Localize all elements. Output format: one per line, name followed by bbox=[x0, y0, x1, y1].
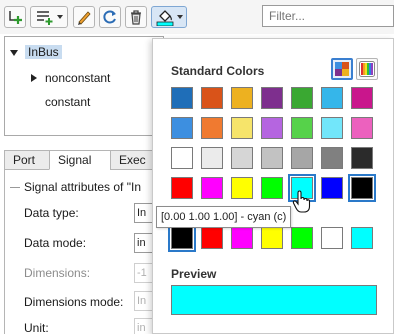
color-picker-popup: Standard Colors Preview bbox=[152, 38, 394, 334]
dimensions-mode-label: Dimensions mode: bbox=[24, 295, 124, 309]
color-swatch[interactable] bbox=[291, 87, 313, 109]
color-swatch[interactable] bbox=[321, 177, 343, 199]
color-swatch[interactable] bbox=[201, 147, 223, 169]
rename-button[interactable] bbox=[73, 6, 95, 28]
recent-color-swatch[interactable] bbox=[321, 227, 343, 249]
spectrum-icon bbox=[359, 61, 375, 77]
recent-color-swatch[interactable] bbox=[261, 227, 283, 249]
expand-down-icon[interactable] bbox=[10, 50, 18, 56]
color-swatch[interactable] bbox=[171, 87, 193, 109]
data-mode-label: Data mode: bbox=[24, 236, 87, 250]
color-swatch[interactable] bbox=[321, 87, 343, 109]
tree-item-constant[interactable]: constant bbox=[45, 93, 90, 111]
color-swatch[interactable] bbox=[261, 177, 283, 199]
tree-item-label: InBus bbox=[25, 45, 62, 59]
color-swatch[interactable] bbox=[321, 117, 343, 139]
color-swatch[interactable] bbox=[291, 147, 313, 169]
tab-signal[interactable]: Signal bbox=[49, 150, 111, 170]
palette-grid-icon bbox=[335, 62, 349, 76]
recent-color-swatch[interactable] bbox=[291, 227, 313, 249]
tab-label: Exec bbox=[119, 153, 146, 167]
refresh-button[interactable] bbox=[99, 6, 121, 28]
paint-bucket-icon bbox=[156, 10, 173, 26]
hand-cursor-icon bbox=[292, 190, 311, 213]
color-swatch[interactable] bbox=[351, 147, 373, 169]
background-color-button[interactable] bbox=[151, 6, 187, 28]
dimensions-field[interactable]: -1 bbox=[134, 263, 154, 283]
unit-label: Unit: bbox=[24, 321, 49, 334]
color-swatch[interactable] bbox=[261, 147, 283, 169]
filter-input[interactable] bbox=[262, 5, 394, 27]
tree-item-label: nonconstant bbox=[45, 71, 111, 85]
chevron-down-icon bbox=[176, 15, 183, 19]
tab-label: Signal bbox=[58, 153, 92, 167]
chevron-down-icon bbox=[56, 15, 63, 19]
expand-right-icon[interactable] bbox=[31, 74, 37, 82]
color-swatch[interactable] bbox=[231, 147, 253, 169]
add-bus-element-button[interactable] bbox=[4, 6, 26, 28]
color-preview bbox=[171, 285, 377, 315]
color-swatch[interactable] bbox=[261, 87, 283, 109]
signal-attributes-section[interactable]: Signal attributes of "In bbox=[10, 180, 141, 194]
recent-color-swatch[interactable] bbox=[351, 227, 373, 249]
section-title: Signal attributes of "In bbox=[24, 180, 141, 194]
color-swatch[interactable] bbox=[201, 117, 223, 139]
tree-item-label: constant bbox=[45, 95, 91, 109]
trash-icon bbox=[131, 10, 141, 25]
bus-tree: InBus nonconstant constant bbox=[4, 36, 164, 136]
color-swatch[interactable] bbox=[171, 177, 193, 199]
toolbar bbox=[0, 0, 394, 34]
data-type-field[interactable]: In bbox=[134, 203, 154, 223]
pencil-icon bbox=[78, 11, 91, 25]
tab-label: Port bbox=[13, 153, 36, 167]
color-swatch[interactable] bbox=[321, 147, 343, 169]
color-swatch[interactable] bbox=[351, 87, 373, 109]
color-swatch[interactable] bbox=[171, 147, 193, 169]
dimensions-label: Dimensions: bbox=[24, 266, 91, 280]
color-swatch[interactable] bbox=[261, 117, 283, 139]
color-swatch[interactable] bbox=[231, 177, 253, 199]
color-swatch[interactable] bbox=[201, 177, 223, 199]
unit-field[interactable]: in bbox=[134, 318, 154, 334]
add-bus-element-icon bbox=[9, 11, 22, 24]
color-swatch[interactable] bbox=[201, 87, 223, 109]
data-type-label: Data type: bbox=[24, 206, 79, 220]
standard-palette-button[interactable] bbox=[331, 58, 353, 80]
preview-label: Preview bbox=[171, 267, 217, 281]
recent-color-swatch[interactable] bbox=[168, 224, 196, 252]
color-swatch[interactable] bbox=[351, 117, 373, 139]
color-tooltip: [0.00 1.00 1.00] - cyan (c) bbox=[156, 206, 292, 228]
custom-color-button[interactable] bbox=[356, 58, 378, 80]
tree-item-inbus[interactable]: InBus bbox=[25, 43, 62, 61]
insert-list-icon bbox=[36, 11, 52, 25]
color-swatch[interactable] bbox=[231, 87, 253, 109]
recent-color-swatch[interactable] bbox=[201, 227, 223, 249]
standard-colors-title: Standard Colors bbox=[171, 64, 265, 78]
insert-element-menu-button[interactable] bbox=[30, 6, 68, 28]
color-swatch[interactable] bbox=[348, 174, 376, 202]
data-mode-field[interactable]: in bbox=[134, 233, 154, 253]
tree-item-nonconstant[interactable]: nonconstant bbox=[45, 69, 110, 87]
color-swatch[interactable] bbox=[171, 117, 193, 139]
tab-port[interactable]: Port bbox=[4, 150, 50, 170]
recent-color-swatch[interactable] bbox=[231, 227, 253, 249]
section-divider bbox=[10, 187, 20, 189]
color-swatch[interactable] bbox=[231, 117, 253, 139]
color-swatch[interactable] bbox=[291, 117, 313, 139]
refresh-icon bbox=[103, 10, 116, 24]
delete-button[interactable] bbox=[125, 6, 147, 28]
dimensions-mode-field[interactable]: In bbox=[134, 291, 154, 311]
